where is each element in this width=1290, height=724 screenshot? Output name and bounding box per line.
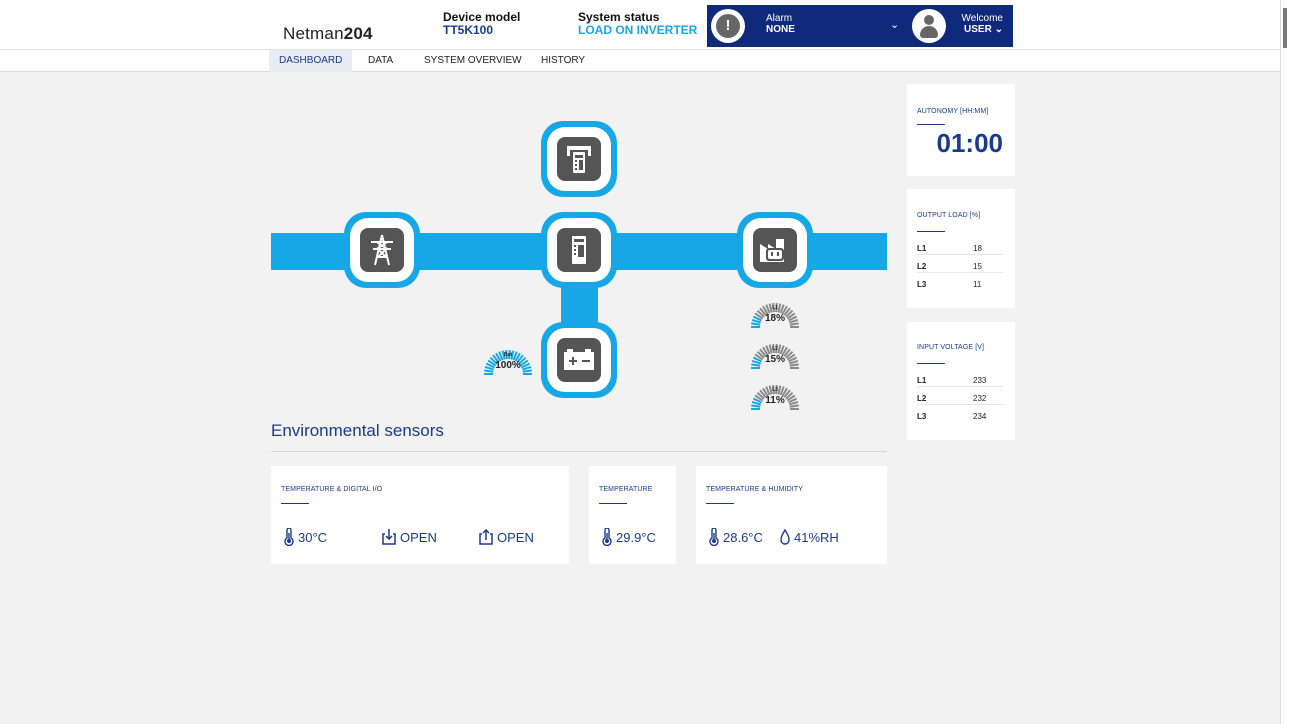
digital-output-icon: [479, 528, 493, 545]
welcome-user: USER ⌄: [964, 24, 1003, 35]
output-gauge-l3: L3 11%: [749, 377, 801, 411]
output-load-row: L3 11: [917, 280, 982, 289]
system-status-value: LOAD ON INVERTER: [578, 23, 698, 37]
output-load-row: L2 15: [917, 260, 1003, 273]
environmental-sensors-heading: Environmental sensors: [271, 421, 444, 440]
digital-output-reading: OPEN: [478, 528, 534, 546]
sensor-card-title: TEMPERATURE: [599, 486, 653, 493]
water-drop-icon: [780, 528, 790, 545]
sensor-card-title: TEMPERATURE & DIGITAL I/O: [281, 486, 383, 493]
alarm-dropdown[interactable]: ! Alarm NONE ⌄: [707, 5, 907, 47]
top-header: Netman204 Device model TT5K100 System st…: [0, 0, 1280, 50]
system-status-block: System status LOAD ON INVERTER: [578, 11, 697, 37]
divider: [271, 451, 887, 452]
gauge-label: Bat: [503, 352, 513, 358]
output-load-title: OUTPUT LOAD [%]: [917, 212, 981, 219]
sensor-card-temp-humidity: TEMPERATURE & HUMIDITY 28.6°C 41%RH: [696, 466, 887, 564]
battery-icon: [557, 338, 601, 382]
gauge-label: L1: [772, 305, 778, 311]
temperature-reading: 29.9°C: [601, 528, 656, 546]
tab-system-overview[interactable]: SYSTEM OVERVIEW: [424, 55, 522, 66]
bypass-node: [541, 121, 617, 197]
gauge-label: L3: [772, 387, 778, 393]
alarm-value: NONE: [766, 24, 795, 35]
gauge-value: 18%: [764, 313, 785, 324]
sensor-card-temperature: TEMPERATURE 29.9°C: [589, 466, 676, 564]
ups-icon: [557, 228, 601, 272]
output-load-row: L1 18: [917, 242, 1003, 255]
bypass-icon: [557, 137, 601, 181]
alarm-icon: !: [711, 9, 745, 43]
sensor-card-title: TEMPERATURE & HUMIDITY: [706, 486, 803, 493]
input-voltage-row: L2 232: [917, 392, 1003, 405]
output-gauge-l1: L1 18%: [749, 295, 801, 329]
device-model-block: Device model TT5K100: [443, 11, 520, 37]
autonomy-card: AUTONOMY [HH:MM] 01:00: [907, 84, 1015, 176]
autonomy-value: 01:00: [936, 128, 1004, 158]
load-output-node: [737, 212, 813, 288]
alarm-label: Alarm: [766, 13, 793, 24]
input-voltage-row: L3 234: [917, 412, 987, 421]
battery-gauge: Bat 100%: [482, 342, 534, 376]
device-model-value: TT5K100: [443, 23, 494, 37]
sensor-card-temp-digital-io: TEMPERATURE & DIGITAL I/O 30°C OPEN OPEN: [271, 466, 569, 564]
ups-node: [541, 212, 617, 288]
thermometer-icon: [284, 528, 294, 546]
gauge-value: 11%: [765, 395, 785, 406]
temperature-reading: 28.6°C: [708, 528, 763, 546]
user-avatar-icon: [912, 9, 946, 43]
welcome-label: Welcome: [961, 13, 1004, 24]
main-tabs: DASHBOARD DATA SYSTEM OVERVIEW HISTORY: [0, 50, 1280, 72]
grid-input-node: [344, 212, 420, 288]
autonomy-title: AUTONOMY [HH:MM]: [917, 108, 989, 115]
chevron-down-icon: ⌄: [890, 19, 900, 31]
gauge-value: 15%: [764, 354, 785, 365]
gauge-label: L2: [772, 346, 778, 352]
input-voltage-title: INPUT VOLTAGE [V]: [917, 344, 985, 351]
output-gauge-l2: L2 15%: [749, 336, 801, 370]
output-load-card: OUTPUT LOAD [%] L1 18 L2 15 L3 11: [907, 189, 1015, 308]
thermometer-icon: [709, 528, 719, 546]
netman-logo: Netman204: [283, 24, 373, 43]
chevron-down-icon: ⌄: [994, 24, 1003, 35]
tab-dashboard[interactable]: DASHBOARD: [269, 50, 353, 72]
power-pipe-vertical: [561, 286, 598, 326]
gauge-value: 100%: [495, 360, 521, 371]
digital-input-reading: OPEN: [381, 528, 437, 546]
humidity-reading: 41%RH: [779, 528, 839, 546]
tab-data[interactable]: DATA: [368, 55, 393, 66]
thermometer-icon: [602, 528, 612, 546]
input-voltage-card: INPUT VOLTAGE [V] L1 233 L2 232 L3 234: [907, 322, 1015, 440]
tab-history[interactable]: HISTORY: [541, 55, 585, 66]
scrollbar[interactable]: [1280, 0, 1290, 724]
factory-plug-icon: [753, 228, 797, 272]
temperature-reading: 30°C: [283, 528, 327, 546]
digital-input-icon: [382, 529, 396, 545]
user-menu[interactable]: Welcome USER ⌄: [907, 5, 1013, 47]
input-voltage-row: L1 233: [917, 374, 1003, 387]
power-tower-icon: [360, 228, 404, 272]
battery-node: [541, 322, 617, 398]
